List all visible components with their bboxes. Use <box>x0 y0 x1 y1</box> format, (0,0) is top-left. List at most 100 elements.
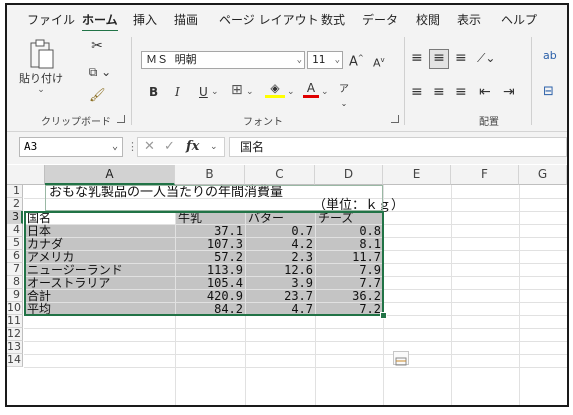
font-color-bar <box>303 95 319 98</box>
align-top-icon[interactable]: ≡ <box>411 51 423 65</box>
gridline <box>24 211 567 212</box>
sheet-title[interactable]: おもな乳製品の一人当たりの年間消費量 <box>49 186 283 199</box>
increase-indent-icon[interactable]: ⇥ <box>503 85 515 99</box>
align-left-icon[interactable]: ≡ <box>411 85 423 99</box>
font-size-value: 11 <box>312 53 326 66</box>
formula-bar: A3 ⌄ ⋮ ✕ ✓ fx ⌄ 国名 <box>7 132 567 164</box>
alignment-group-label: 配置 <box>479 117 499 128</box>
tab-formulas[interactable]: 数式 <box>321 11 345 28</box>
tab-view[interactable]: 表示 <box>457 11 481 28</box>
align-bottom-icon[interactable]: ≡ <box>455 51 467 65</box>
align-center-icon[interactable]: ≡ <box>433 85 445 99</box>
chevron-down-icon[interactable]: ⌄ <box>112 138 118 156</box>
paste-label: 貼り付け <box>19 72 63 85</box>
tab-file[interactable]: ファイル <box>27 11 75 28</box>
gridline <box>519 185 520 405</box>
table-cell-cheese[interactable]: 7.2 <box>315 303 381 316</box>
table-cell-country[interactable]: 平均 <box>27 303 51 316</box>
select-all-corner[interactable] <box>7 165 45 185</box>
borders-icon[interactable]: ⊞ <box>231 83 243 97</box>
align-middle-icon[interactable]: ≡ <box>429 49 449 69</box>
ribbon-separator <box>404 37 405 125</box>
italic-button[interactable]: I <box>175 85 180 99</box>
header-cell-butter[interactable]: バター <box>248 212 284 225</box>
chevron-down-icon[interactable]: ⌄ <box>287 85 295 99</box>
confirm-icon[interactable]: ✓ <box>164 138 175 156</box>
chevron-down-icon: ⌄ <box>37 85 45 95</box>
bold-button[interactable]: B <box>149 85 158 99</box>
row-header[interactable]: 14 <box>7 354 23 367</box>
tab-home[interactable]: ホーム <box>82 11 118 32</box>
chevron-down-icon: ⌄ <box>296 55 302 65</box>
tab-data[interactable]: データ <box>362 11 398 28</box>
column-header-c[interactable]: C <box>245 165 315 185</box>
font-group-label: フォント <box>243 117 283 128</box>
header-cell-cheese[interactable]: チーズ <box>318 212 353 225</box>
font-size-dropdown[interactable]: 11 ⌄ <box>307 51 343 69</box>
gridline <box>24 367 567 368</box>
gridline <box>383 185 384 405</box>
merge-center-icon[interactable]: ⊟ <box>543 85 554 99</box>
shrink-font-icon: A <box>373 56 381 70</box>
fill-handle[interactable] <box>380 312 387 319</box>
formula-input[interactable]: 国名 <box>229 137 567 157</box>
ribbon: 貼り付け ⌄ ✂ ⧉ ⌄ 🖌 クリップボード ＭＳ 明朝 ⌄ 11 ⌄ A^ A… <box>7 31 567 132</box>
cut-icon[interactable]: ✂ <box>89 39 105 53</box>
worksheet-grid[interactable]: A B C D E F G 1 2 3 4 5 6 7 8 9 10 11 12… <box>7 165 567 405</box>
wrap-text-icon[interactable]: ab <box>543 49 557 63</box>
name-box[interactable]: A3 ⌄ <box>19 137 123 157</box>
font-launcher-icon[interactable] <box>391 115 399 123</box>
chevron-down-icon[interactable]: ⌄ <box>321 85 329 99</box>
name-box-value: A3 <box>24 140 38 153</box>
shrink-font-button[interactable]: Av <box>373 53 385 71</box>
menu-tabs: ファイル ホーム 挿入 描画 ページ レイアウト 数式 データ 校閲 表示 ヘル… <box>7 5 567 32</box>
header-cell-milk[interactable]: 牛乳 <box>178 212 202 225</box>
column-header-f[interactable]: F <box>451 165 519 185</box>
font-color-button[interactable]: A <box>303 81 319 98</box>
orientation-icon[interactable]: ⟋⌄ <box>477 51 495 65</box>
tab-insert[interactable]: 挿入 <box>133 11 157 28</box>
ribbon-separator <box>531 37 532 125</box>
copy-icon[interactable]: ⧉ ⌄ <box>87 65 113 79</box>
clipboard-group-label: クリップボード <box>41 117 111 128</box>
tab-draw[interactable]: 描画 <box>174 11 198 28</box>
insert-function-icon[interactable]: fx <box>186 138 199 156</box>
quick-analysis-icon[interactable] <box>393 351 409 366</box>
align-right-icon[interactable]: ≡ <box>455 85 467 99</box>
font-name-dropdown[interactable]: ＭＳ 明朝 ⌄ <box>141 51 305 69</box>
decrease-indent-icon[interactable]: ⇤ <box>479 85 491 99</box>
column-header-a[interactable]: A <box>45 165 175 185</box>
table-cell-milk[interactable]: 84.2 <box>175 303 243 316</box>
formula-controls: ✕ ✓ fx ⌄ <box>137 137 225 157</box>
column-header-b[interactable]: B <box>175 165 245 185</box>
column-header-e[interactable]: E <box>383 165 451 185</box>
clipboard-launcher-icon[interactable] <box>117 115 125 123</box>
excel-window: ファイル ホーム 挿入 描画 ページ レイアウト 数式 データ 校閲 表示 ヘル… <box>5 3 569 407</box>
column-header-d[interactable]: D <box>315 165 383 185</box>
quick-analysis-glyph <box>395 357 407 366</box>
font-color-icon: A <box>306 81 316 95</box>
table-cell-butter[interactable]: 4.7 <box>245 303 313 316</box>
gridline <box>24 341 567 342</box>
paste-icon <box>30 39 54 69</box>
cancel-icon[interactable]: ✕ <box>144 138 155 156</box>
tab-review[interactable]: 校閲 <box>416 11 440 28</box>
format-painter-icon[interactable]: 🖌 <box>89 89 106 103</box>
underline-button[interactable]: U <box>199 85 208 99</box>
chevron-down-icon[interactable]: ⌄ <box>211 85 219 99</box>
paste-button[interactable]: 貼り付け ⌄ <box>19 37 63 95</box>
phonetic-guide-button[interactable]: ア ⌄ <box>339 83 349 111</box>
gridline <box>451 185 452 405</box>
column-header-g[interactable]: G <box>519 165 567 185</box>
ribbon-separator <box>131 37 132 125</box>
chevron-down-icon: ⌄ <box>334 55 340 65</box>
grow-font-button[interactable]: A^ <box>349 51 364 69</box>
grow-font-icon: A <box>349 54 358 70</box>
fill-color-button[interactable]: ◈ <box>265 81 285 98</box>
chevron-down-icon[interactable]: ⌄ <box>246 85 254 99</box>
font-name-value: ＭＳ 明朝 <box>146 53 197 66</box>
fill-color-bar <box>265 95 285 98</box>
chevron-down-icon[interactable]: ⌄ <box>210 138 218 156</box>
tab-help[interactable]: ヘルプ <box>501 11 537 28</box>
tab-page-layout[interactable]: ページ レイアウト <box>219 11 319 28</box>
